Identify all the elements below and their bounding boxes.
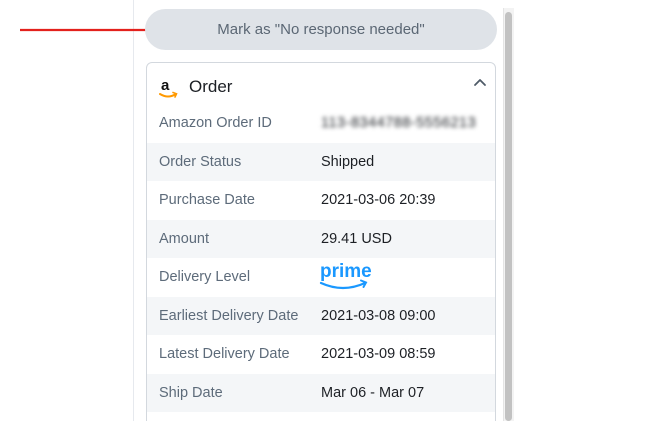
order-card: a Order Amazon Order ID 113-8344788-5556… <box>146 62 496 421</box>
chevron-up-icon[interactable] <box>473 77 487 87</box>
amount-value: 29.41 USD <box>321 230 392 247</box>
prime-logo-icon: prime <box>319 261 372 290</box>
row-order-status: Order Status Shipped <box>147 142 495 181</box>
row-latest-delivery-date: Latest Delivery Date 2021-03-09 08:59 <box>147 335 495 374</box>
order-id-value[interactable]: 113-8344788-5556213 <box>321 115 476 131</box>
order-card-title: Order <box>189 77 233 96</box>
order-status-value: Shipped <box>321 153 375 170</box>
panel-divider <box>133 0 134 421</box>
order-card-header[interactable]: a Order <box>147 63 495 107</box>
row-label: Ship Date <box>159 384 223 401</box>
row-label: Latest Delivery Date <box>159 346 290 363</box>
row-earliest-delivery-date: Earliest Delivery Date 2021-03-08 09:00 <box>147 296 495 335</box>
row-amazon-order-id: Amazon Order ID 113-8344788-5556213 <box>147 104 495 143</box>
row-label: Delivery Level <box>159 269 251 286</box>
mark-no-response-button[interactable]: Mark as "No response needed" <box>145 9 497 50</box>
amazon-logo-icon: a <box>159 77 178 98</box>
row-ship-date: Ship Date Mar 06 - Mar 07 <box>147 373 495 412</box>
svg-text:a: a <box>161 77 170 94</box>
row-delivery-level: Delivery Level prime <box>147 258 495 297</box>
order-details-list: Amazon Order ID 113-8344788-5556213 Orde… <box>147 104 495 412</box>
latest-delivery-value: 2021-03-09 08:59 <box>321 346 436 363</box>
purchase-date-value: 2021-03-06 20:39 <box>321 192 436 209</box>
row-label: Amount <box>159 230 209 247</box>
scrollbar-thumb[interactable] <box>505 12 512 421</box>
order-panel-screenshot: Mark as "No response needed" a Order Ama… <box>0 0 650 421</box>
row-label: Order Status <box>159 153 242 170</box>
prime-logo-text: prime <box>320 261 372 282</box>
row-label: Purchase Date <box>159 192 255 209</box>
row-purchase-date: Purchase Date 2021-03-06 20:39 <box>147 181 495 220</box>
earliest-delivery-value: 2021-03-08 09:00 <box>321 307 436 324</box>
row-amount: Amount 29.41 USD <box>147 219 495 258</box>
ship-date-value: Mar 06 - Mar 07 <box>321 384 425 401</box>
row-label: Amazon Order ID <box>159 115 272 132</box>
row-label: Earliest Delivery Date <box>159 307 299 324</box>
